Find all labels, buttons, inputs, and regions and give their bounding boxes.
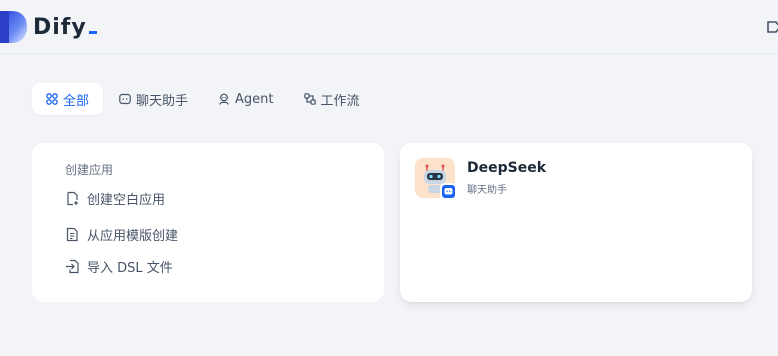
tab-agent-label: Agent [235,91,274,107]
chat-badge-icon [440,183,457,200]
tab-workflow-label: 工作流 [320,93,360,109]
app-card-deepseek[interactable]: DeepSeek 聊天助手 [400,143,752,302]
tab-all[interactable]: 全部 [32,83,104,115]
create-from-template-button[interactable]: 从应用模版创建 [65,224,178,244]
import-dsl-button[interactable]: 导入 DSL 文件 [65,256,173,276]
top-header: Dify [0,0,778,54]
dify-logo-mark-icon [0,11,27,43]
file-plus-icon [67,191,78,205]
grid-icon [46,93,58,105]
app-avatar [415,158,457,200]
dify-logo[interactable]: Dify [0,11,97,43]
dify-logo-text: Dify [33,15,97,40]
create-from-template-label: 从应用模版创建 [87,228,179,244]
app-type-tabs: 全部 聊天助手 Agent 工作流 [32,83,376,115]
tab-chat-assistant[interactable]: 聊天助手 [105,83,202,115]
create-app-title: 创建应用 [65,163,114,177]
create-blank-app-label: 创建空白应用 [87,192,166,208]
app-type-label: 聊天助手 [467,185,507,196]
tab-all-label: 全部 [63,93,90,109]
tab-agent[interactable]: Agent [204,83,287,115]
app-name: DeepSeek [467,160,547,176]
tag-icon[interactable] [766,19,778,35]
workflow-icon [303,93,316,105]
tab-chat-assistant-label: 聊天助手 [136,93,189,109]
create-blank-app-button[interactable]: 创建空白应用 [65,188,165,208]
tab-workflow[interactable]: 工作流 [290,83,374,115]
robot-icon [219,93,229,105]
chat-bubble-icon [119,93,131,105]
create-app-card: 创建应用 创建空白应用 从应用模版创建 导入 DSL 文件 [32,143,384,302]
file-import-icon [66,259,79,273]
import-dsl-label: 导入 DSL 文件 [87,260,173,276]
file-template-icon [66,227,78,241]
